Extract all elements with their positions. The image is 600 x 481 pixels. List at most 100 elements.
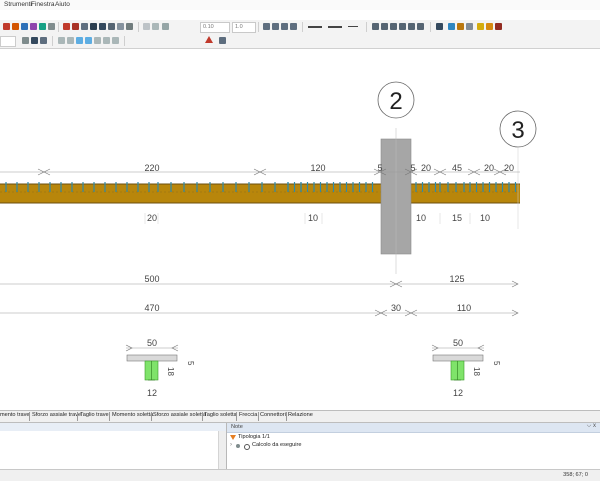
- spacing-20: 20: [147, 213, 157, 223]
- align-left-icon[interactable]: [263, 23, 270, 30]
- copy-icon[interactable]: [39, 23, 46, 30]
- tab-connettori[interactable]: Connettori: [260, 412, 286, 418]
- left-panel-header: [0, 423, 226, 431]
- cursor-coordinates: 358; 67; 0: [563, 472, 588, 478]
- tab-momento-trave[interactable]: mento trave: [0, 412, 30, 418]
- tool-f-icon[interactable]: [103, 37, 110, 44]
- pan-icon[interactable]: [390, 23, 397, 30]
- zoom-out-icon[interactable]: [381, 23, 388, 30]
- notes-tipologia[interactable]: Tipologia 1/1: [238, 434, 270, 440]
- tab-freccia[interactable]: Freccia: [239, 412, 257, 418]
- section-left-height: 18: [166, 367, 175, 376]
- status-bar: 358; 67; 0: [0, 469, 600, 481]
- support-3-label: 3: [511, 117, 524, 144]
- beam-icon[interactable]: [63, 23, 70, 30]
- warning-icon[interactable]: [205, 36, 213, 43]
- justify-icon[interactable]: [290, 23, 297, 30]
- value-field-1[interactable]: 0.10: [200, 22, 230, 33]
- section-right-width: 50: [453, 338, 463, 348]
- tool-b-icon[interactable]: [67, 37, 74, 44]
- tab-relazione[interactable]: Relazione: [288, 412, 313, 418]
- span-dim-110: 110: [457, 303, 471, 313]
- arrow-down-icon[interactable]: [90, 23, 97, 30]
- new-icon[interactable]: [3, 23, 10, 30]
- save-icon[interactable]: [21, 23, 28, 30]
- section-left-slab: [126, 354, 178, 362]
- spacing-15: 15: [452, 213, 462, 223]
- spacing-10c: 10: [480, 213, 490, 223]
- zoom-window-icon[interactable]: [40, 37, 47, 44]
- left-panel-scrollbar[interactable]: [218, 431, 226, 469]
- span-dim-125: 125: [449, 274, 464, 284]
- tab-sforzo-assiale-trave[interactable]: Sforzo assiale trave: [32, 412, 81, 418]
- tab-taglio-soletta[interactable]: Taglio soletta: [204, 412, 237, 418]
- tool-g-icon[interactable]: [112, 37, 119, 44]
- span-dim-500: 500: [144, 274, 159, 284]
- align-right-icon[interactable]: [281, 23, 288, 30]
- export-icon[interactable]: [486, 23, 493, 30]
- zoom-icon[interactable]: [31, 37, 38, 44]
- help-icon[interactable]: [448, 23, 455, 30]
- tool-e-icon[interactable]: [94, 37, 101, 44]
- crosshair-icon[interactable]: [399, 23, 406, 30]
- open-icon[interactable]: [12, 23, 19, 30]
- notes-pin-close[interactable]: ⌵ x: [587, 423, 596, 430]
- tool-d-icon[interactable]: [85, 37, 92, 44]
- line-end-icon[interactable]: [348, 26, 358, 27]
- cross-section-left: 50 5 18 12: [125, 338, 195, 398]
- zoom-in-icon[interactable]: [372, 23, 379, 30]
- tab-momento-soletta[interactable]: Momento soletta: [112, 412, 153, 418]
- section-left-base: 12: [147, 388, 157, 398]
- spacing-10b: 10: [416, 213, 426, 223]
- tab-taglio-trave[interactable]: Taglio trave: [80, 412, 109, 418]
- line-style-icon[interactable]: [308, 26, 322, 28]
- distributed-load-icon[interactable]: [108, 23, 115, 30]
- menu-finestra[interactable]: Finestra: [31, 1, 54, 8]
- tab-sforzo-assiale-soletta[interactable]: Sforzo assiale soletta: [153, 412, 206, 418]
- notes-calcolo[interactable]: Calcolo da eseguire: [252, 442, 301, 448]
- span-dim-470: 470: [144, 303, 159, 313]
- beam-body: [0, 184, 520, 203]
- tree-expand-icon[interactable]: ›: [230, 442, 232, 448]
- support-2-label: 2: [389, 88, 402, 115]
- grid-icon[interactable]: [143, 23, 150, 30]
- notes-header: Note ⌵ x: [227, 423, 600, 433]
- table-icon[interactable]: [219, 37, 226, 44]
- cross-section-right: 50 5 18 12: [431, 338, 501, 398]
- undo-icon[interactable]: [126, 23, 133, 30]
- value-field-2[interactable]: 1.0: [232, 22, 256, 33]
- menu-aiuto[interactable]: Aiuto: [55, 1, 70, 8]
- notes-panel: Note ⌵ x Tipologia 1/1 › Calcolo da eseg…: [227, 423, 600, 469]
- calc-icon[interactable]: [457, 23, 464, 30]
- select-icon[interactable]: [22, 37, 29, 44]
- top-dim-45: 45: [452, 163, 462, 173]
- menu-strumenti[interactable]: Strumenti: [4, 1, 32, 8]
- cut-icon[interactable]: [30, 23, 37, 30]
- spacing-10a: 10: [308, 213, 318, 223]
- support-icon[interactable]: [72, 23, 79, 30]
- beam-drawing: 2 3 220 120 5 5 20 45 20 20 20 10 10 15 …: [0, 81, 537, 398]
- load-icon[interactable]: [81, 23, 88, 30]
- left-panel: [0, 423, 227, 469]
- tool-c-icon[interactable]: [76, 37, 83, 44]
- snap-icon[interactable]: [152, 23, 159, 30]
- paste-icon[interactable]: [48, 23, 55, 30]
- align-icon[interactable]: [162, 23, 169, 30]
- filter-icon[interactable]: [436, 23, 443, 30]
- results-icon[interactable]: [477, 23, 484, 30]
- drawing-canvas[interactable]: 2 3 220 120 5 5 20 45 20 20 20 10 10 15 …: [0, 49, 600, 410]
- tool-a-icon[interactable]: [58, 37, 65, 44]
- main-toolbar: 0.10 1.0: [0, 20, 600, 35]
- moment-icon[interactable]: [99, 23, 106, 30]
- layer-dropdown[interactable]: [0, 36, 16, 47]
- align-center-icon[interactable]: [272, 23, 279, 30]
- line-weight-icon[interactable]: [328, 26, 342, 28]
- point-load-icon[interactable]: [117, 23, 124, 30]
- section-right-thickness: 5: [492, 361, 501, 366]
- top-dim-20b: 20: [484, 163, 494, 173]
- measure-icon[interactable]: [408, 23, 415, 30]
- properties-icon[interactable]: [417, 23, 424, 30]
- report-icon[interactable]: [466, 23, 473, 30]
- chart-icon[interactable]: [495, 23, 502, 30]
- top-dim-5b: 5: [410, 163, 415, 173]
